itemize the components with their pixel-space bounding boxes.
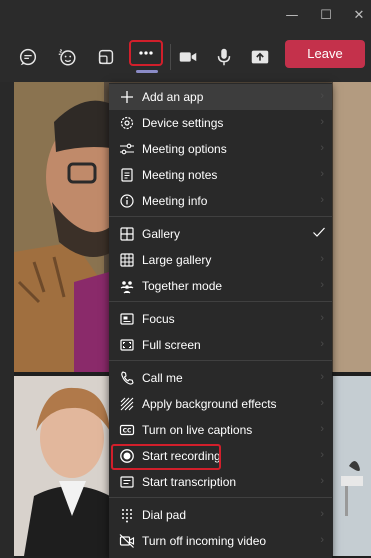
menu-divider bbox=[109, 360, 332, 361]
chevron-right-icon: › bbox=[320, 90, 324, 102]
large-gallery-icon bbox=[119, 252, 135, 268]
menu-item-add-app[interactable]: Add an app › bbox=[109, 84, 332, 110]
menu-item-label: Device settings bbox=[142, 116, 224, 130]
menu-item-label: Meeting options bbox=[142, 142, 227, 156]
transcription-icon bbox=[119, 474, 135, 490]
focus-icon bbox=[119, 311, 135, 327]
microphone-icon bbox=[217, 48, 231, 66]
info-icon bbox=[119, 193, 135, 209]
sliders-icon bbox=[119, 141, 135, 157]
right-video-tile[interactable] bbox=[333, 82, 371, 372]
menu-item-dial-pad[interactable]: Dial pad › bbox=[109, 502, 332, 528]
chevron-right-icon: › bbox=[320, 279, 324, 291]
more-options-button[interactable] bbox=[129, 40, 163, 66]
menu-item-label: Together mode bbox=[142, 279, 223, 293]
menu-divider bbox=[109, 301, 332, 302]
chevron-right-icon: › bbox=[320, 142, 324, 154]
chevron-right-icon: › bbox=[320, 534, 324, 546]
menu-item-background-effects[interactable]: Apply background effects › bbox=[109, 391, 332, 417]
chat-icon bbox=[19, 48, 37, 66]
chevron-right-icon: › bbox=[320, 312, 324, 324]
room-photo bbox=[333, 376, 371, 556]
menu-item-label: Dial pad bbox=[142, 508, 187, 522]
menu-item-full-screen[interactable]: Full screen › bbox=[109, 332, 332, 358]
chevron-right-icon: › bbox=[320, 253, 324, 265]
menu-item-label: Meeting info bbox=[142, 194, 208, 208]
menu-item-device-settings[interactable]: Device settings › bbox=[109, 110, 332, 136]
title-bar: — ☐ ✕ bbox=[0, 0, 371, 32]
share-screen-button[interactable] bbox=[243, 40, 277, 74]
menu-item-call-me[interactable]: Call me › bbox=[109, 365, 332, 391]
menu-item-label: Meeting notes bbox=[142, 168, 218, 182]
active-indicator bbox=[136, 70, 158, 73]
video-off-icon bbox=[119, 533, 135, 549]
menu-item-meeting-info[interactable]: Meeting info › bbox=[109, 188, 332, 214]
meeting-toolbar: Leave bbox=[0, 32, 371, 82]
menu-item-label: Add an app bbox=[142, 90, 204, 104]
menu-item-label: Focus bbox=[142, 312, 175, 326]
notes-icon bbox=[119, 167, 135, 183]
dial-pad-icon bbox=[119, 507, 135, 523]
background-effects-icon bbox=[119, 396, 135, 412]
menu-divider bbox=[109, 497, 332, 498]
full-screen-icon bbox=[119, 337, 135, 353]
menu-item-label: Turn off incoming video bbox=[142, 534, 267, 548]
menu-item-turn-off-incoming-video[interactable]: Turn off incoming video › bbox=[109, 528, 332, 554]
camera-button[interactable] bbox=[171, 40, 205, 74]
menu-item-label: Apply background effects bbox=[142, 397, 277, 411]
menu-item-label: Turn on live captions bbox=[142, 423, 253, 437]
reactions-icon bbox=[58, 48, 76, 66]
menu-item-gallery[interactable]: Gallery bbox=[109, 221, 332, 247]
left-strip bbox=[0, 82, 14, 558]
menu-item-start-transcription[interactable]: Start transcription › bbox=[109, 469, 332, 495]
leave-button[interactable]: Leave bbox=[285, 40, 365, 68]
menu-item-large-gallery[interactable]: Large gallery › bbox=[109, 247, 332, 273]
menu-item-focus[interactable]: Focus › bbox=[109, 306, 332, 332]
chat-button[interactable] bbox=[11, 40, 45, 74]
maximize-button[interactable]: ☐ bbox=[317, 7, 335, 25]
menu-item-together-mode[interactable]: Together mode › bbox=[109, 273, 332, 299]
chevron-right-icon: › bbox=[320, 508, 324, 520]
menu-item-label: Gallery bbox=[142, 227, 181, 241]
reactions-button[interactable] bbox=[50, 40, 84, 74]
plus-icon bbox=[119, 89, 135, 105]
menu-item-label: Large gallery bbox=[142, 253, 212, 267]
share-tray-button[interactable] bbox=[89, 40, 123, 74]
svg-text:CC: CC bbox=[123, 428, 132, 435]
right-video-tile-2[interactable] bbox=[333, 376, 371, 556]
chevron-right-icon: › bbox=[320, 449, 324, 461]
minimize-button[interactable]: — bbox=[283, 7, 301, 25]
close-window-button[interactable]: ✕ bbox=[350, 7, 368, 25]
gear-icon bbox=[119, 115, 135, 131]
gallery-icon bbox=[119, 226, 135, 242]
menu-item-meeting-notes[interactable]: Meeting notes › bbox=[109, 162, 332, 188]
chevron-right-icon: › bbox=[320, 116, 324, 128]
chevron-right-icon: › bbox=[320, 397, 324, 409]
more-options-icon bbox=[139, 51, 153, 55]
chevron-right-icon: › bbox=[320, 423, 324, 435]
share-screen-icon bbox=[251, 50, 269, 64]
menu-item-label: Start transcription bbox=[142, 475, 237, 489]
chevron-right-icon: › bbox=[320, 338, 324, 350]
menu-item-meeting-options[interactable]: Meeting options › bbox=[109, 136, 332, 162]
menu-item-live-captions[interactable]: CC Turn on live captions › bbox=[109, 417, 332, 443]
menu-divider bbox=[109, 216, 332, 217]
captions-icon: CC bbox=[119, 422, 135, 438]
microphone-button[interactable] bbox=[207, 40, 241, 74]
chevron-right-icon: › bbox=[320, 168, 324, 180]
chevron-right-icon: › bbox=[320, 475, 324, 487]
more-options-menu: Add an app › Device settings › Meeting o… bbox=[109, 83, 332, 558]
menu-item-label: Call me bbox=[142, 371, 183, 385]
camera-icon bbox=[179, 52, 197, 62]
checkmark-icon bbox=[311, 224, 327, 240]
chevron-right-icon: › bbox=[320, 194, 324, 206]
chevron-right-icon: › bbox=[320, 371, 324, 383]
menu-item-label: Full screen bbox=[142, 338, 201, 352]
start-recording-highlight bbox=[111, 444, 221, 470]
phone-icon bbox=[119, 370, 135, 386]
share-tray-icon bbox=[98, 49, 114, 65]
together-mode-icon bbox=[119, 278, 135, 294]
